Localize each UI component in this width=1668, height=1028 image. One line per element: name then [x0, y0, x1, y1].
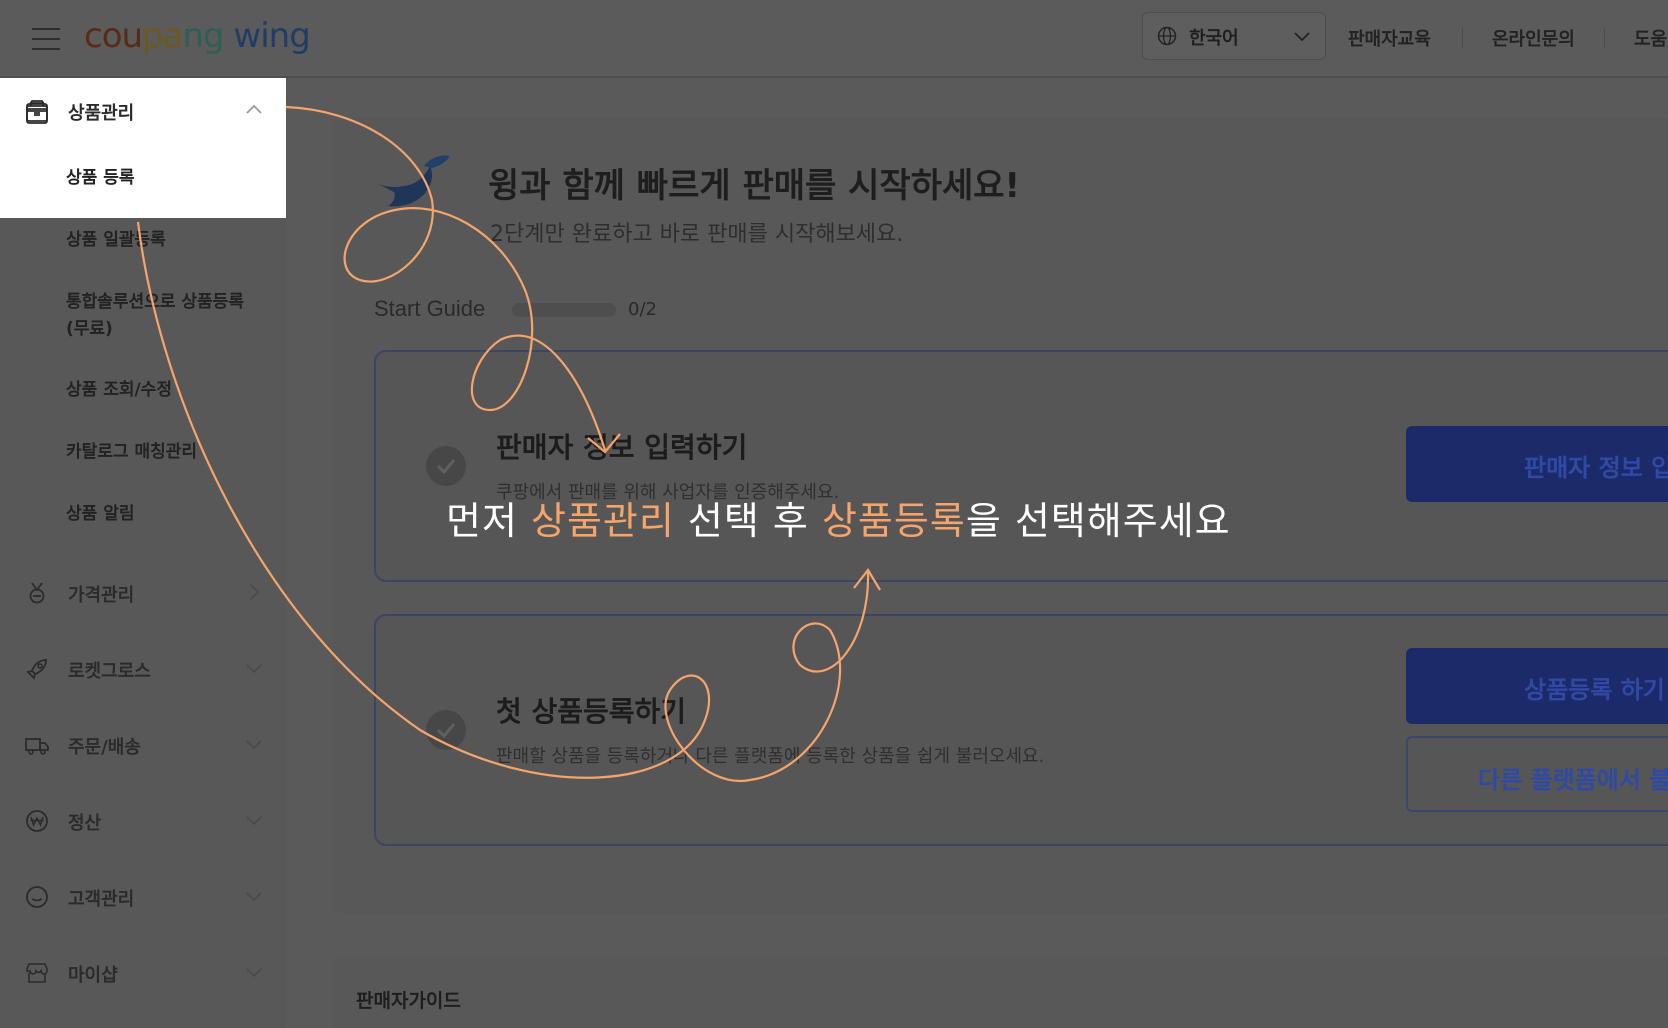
start-guide-progress-count: 0/2 — [628, 299, 657, 320]
coupang-wing-logo[interactable]: coupang wing — [84, 16, 311, 56]
sidebar-item-label: 로켓그로스 — [68, 661, 151, 682]
truck-icon — [25, 738, 49, 755]
won-icon — [26, 810, 48, 832]
chevron-down-icon — [246, 740, 262, 750]
sidebar-item-catalog-matching[interactable]: 카탈로그 매칭관리 — [66, 438, 197, 466]
sidebar-item-label: 마이샵 — [68, 965, 118, 986]
step-title: 첫 상품등록하기 — [496, 695, 687, 728]
step-seller-info: 판매자 정보 입력하기 쿠팡에서 판매를 위해 사업자를 인증해주세요. 판매자… — [374, 350, 1668, 582]
sidebar-item-label: 고객관리 — [68, 889, 135, 910]
globe-icon — [1157, 26, 1177, 46]
instruction-text: 선택 후 — [674, 499, 822, 543]
instruction-highlight-product-mgmt: 상품관리 — [531, 499, 675, 543]
seller-info-button[interactable]: 판매자 정보 입 — [1406, 426, 1668, 502]
chevron-right-icon — [250, 584, 260, 600]
import-from-other-platform-button[interactable]: 다른 플랫폼에서 불 — [1406, 736, 1668, 812]
hero-subtitle: 2단계만 완료하고 바로 판매를 시작해보세요. — [490, 222, 904, 247]
sidebar-item-integrated-register[interactable]: 통합솔루션으로 상품등록 — [66, 288, 244, 316]
instruction-text: 먼저 — [446, 499, 531, 543]
sidebar-item-price-mgmt[interactable]: 가격관리 — [0, 560, 286, 624]
start-guide-label: Start Guide — [374, 296, 486, 321]
top-header: coupang wing 한국어 판매자교육 온라인문의 도움 — [0, 0, 1668, 78]
sidebar-product-mgmt-header[interactable]: 상품관리 — [0, 78, 286, 142]
chevron-down-icon — [246, 816, 262, 826]
chevron-down-icon — [1294, 32, 1310, 42]
register-product-button[interactable]: 상품등록 하기 — [1406, 648, 1668, 724]
hero-title: 윙과 함께 빠르게 판매를 시작하세요! — [488, 166, 1021, 206]
chevron-up-icon — [246, 104, 262, 114]
sidebar: 상품관리 상품 등록 상품 일괄등록 통합솔루션으로 상품등록 (무료) 상품 … — [0, 78, 286, 1028]
chevron-down-icon — [246, 664, 262, 674]
rocket-icon — [26, 659, 47, 680]
header-divider — [1462, 28, 1463, 48]
tutorial-instruction: 먼저 상품관리 선택 후 상품등록을 선택해주세요 — [446, 490, 1231, 545]
sidebar-item-integrated-register-free[interactable]: (무료) — [66, 315, 113, 343]
sidebar-item-product-search-edit[interactable]: 상품 조회/수정 — [66, 376, 172, 404]
sidebar-item-customer-mgmt[interactable]: 고객관리 — [0, 864, 286, 928]
check-circle-icon — [426, 710, 466, 750]
seller-guide-title: 판매자가이드 — [356, 990, 461, 1012]
sidebar-item-label: 가격관리 — [68, 585, 135, 606]
sidebar-item-rocket-growth[interactable]: 로켓그로스 — [0, 636, 286, 700]
sidebar-item-product-register[interactable]: 상품 등록 — [66, 164, 134, 192]
language-select[interactable]: 한국어 — [1142, 12, 1326, 60]
header-divider — [1604, 28, 1605, 48]
step-description: 판매할 상품을 등록하거나 다른 플랫폼에 등록한 상품을 쉽게 불러오세요. — [496, 746, 1045, 767]
box-icon — [26, 100, 48, 122]
seller-guide-card: 판매자가이드 — [332, 956, 1668, 1028]
chevron-down-icon — [246, 892, 262, 902]
instruction-text: 을 선택해주세요 — [965, 499, 1231, 543]
sidebar-item-bulk-register[interactable]: 상품 일괄등록 — [66, 226, 166, 254]
chevron-down-icon — [246, 968, 262, 978]
sidebar-item-label: 상품관리 — [68, 103, 135, 124]
sidebar-item-product-alert[interactable]: 상품 알림 — [66, 500, 134, 528]
step-first-product: 첫 상품등록하기 판매할 상품을 등록하거나 다른 플랫폼에 등록한 상품을 쉽… — [374, 614, 1668, 846]
seller-education-link[interactable]: 판매자교육 — [1348, 25, 1431, 51]
language-label: 한국어 — [1189, 28, 1239, 49]
medal-icon — [29, 582, 45, 604]
menu-icon[interactable] — [32, 28, 60, 50]
sidebar-item-my-shop[interactable]: 마이샵 — [0, 940, 286, 1004]
instruction-highlight-product-register: 상품등록 — [821, 499, 966, 543]
check-circle-icon — [426, 446, 466, 486]
sidebar-item-label: 정산 — [68, 813, 102, 834]
start-guide-progress-bar — [512, 303, 616, 317]
sidebar-item-settlement[interactable]: 정산 — [0, 788, 286, 852]
help-link[interactable]: 도움 — [1634, 25, 1667, 51]
smile-icon — [26, 886, 48, 908]
sidebar-item-order-shipping[interactable]: 주문/배송 — [0, 712, 286, 776]
sidebar-item-label: 주문/배송 — [68, 737, 141, 758]
online-inquiry-link[interactable]: 온라인문의 — [1492, 25, 1575, 51]
wing-bird-icon — [378, 155, 450, 207]
step-title: 판매자 정보 입력하기 — [496, 431, 748, 464]
shop-icon — [26, 963, 48, 983]
sidebar-item-product-mgmt[interactable] — [0, 102, 286, 228]
